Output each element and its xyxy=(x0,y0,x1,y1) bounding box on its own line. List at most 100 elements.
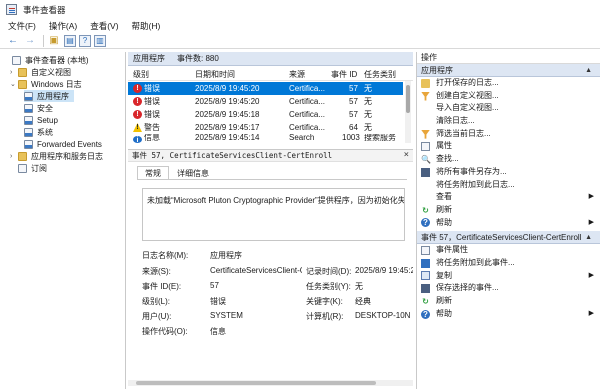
row-event-id: 57 xyxy=(349,84,358,93)
expand-arrow-icon[interactable]: › xyxy=(10,153,18,160)
collapse-arrow-icon[interactable]: ▲ xyxy=(585,64,592,77)
column-datetime[interactable]: 日期和时间 xyxy=(195,68,235,81)
properties-icon xyxy=(421,246,430,256)
action-attach-task-to-log[interactable]: 将任务附加到此日志... xyxy=(417,179,600,192)
folder-icon xyxy=(18,151,27,161)
grid-header: 级别 日期和时间 来源 事件 ID 任务类别 xyxy=(128,68,413,81)
row-level: 错误 xyxy=(144,110,160,119)
detail-scroll-thumb[interactable] xyxy=(136,381,376,385)
tree-node-system[interactable]: 系统 xyxy=(24,126,53,138)
menu-help[interactable]: 帮助(H) xyxy=(132,20,161,32)
action-save-selected-events[interactable]: 保存选择的事件... xyxy=(417,282,600,295)
action-help[interactable]: ? 帮助 ▶ xyxy=(417,217,600,230)
field-label-task-category: 任务类别(Y): xyxy=(306,282,351,291)
submenu-arrow-icon: ▶ xyxy=(588,271,594,279)
action-open-saved-log[interactable]: 打开保存的日志... xyxy=(417,77,600,90)
tree-node-subscriptions[interactable]: 订阅 xyxy=(10,162,47,174)
tree-node-security[interactable]: 安全 xyxy=(24,102,53,114)
tree-node-app-service-logs-label: 应用程序和服务日志 xyxy=(31,151,103,161)
forward-arrow-icon[interactable]: → xyxy=(23,34,37,48)
error-icon: ! xyxy=(133,110,142,119)
event-message: 未加载“Microsoft Pluton Cryptographic Provi… xyxy=(147,196,405,205)
tab-general[interactable]: 常规 xyxy=(137,166,169,180)
actions-header: 操作 xyxy=(417,52,600,64)
row-source: Search xyxy=(289,134,315,142)
action-event-properties[interactable]: 事件属性 xyxy=(417,244,600,257)
action-label: 帮助 xyxy=(436,308,452,318)
show-hide-tree-icon[interactable]: ▤ xyxy=(64,34,76,47)
error-icon: ! xyxy=(133,97,142,106)
actions-section-log-label: 应用程序 xyxy=(421,66,453,75)
table-row[interactable]: ! 错误 2025/8/9 19:45:20 Certifica... 57 无 xyxy=(128,82,403,95)
collapse-arrow-icon[interactable]: ⌄ xyxy=(10,80,18,88)
action-copy[interactable]: 复制 ▶ xyxy=(417,270,600,283)
action-create-custom-view[interactable]: 创建自定义视图... xyxy=(417,90,600,103)
action-help-event[interactable]: ? 帮助 ▶ xyxy=(417,308,600,321)
title-bar: 事件查看器 xyxy=(0,0,600,19)
grid-vertical-scrollbar[interactable] xyxy=(405,81,411,143)
column-event-id[interactable]: 事件 ID xyxy=(331,68,357,81)
action-label: 保存选择的事件... xyxy=(436,283,499,293)
tree-node-windows-logs[interactable]: ⌄ Windows 日志 xyxy=(10,78,82,90)
save-icon xyxy=(421,167,430,177)
menu-file[interactable]: 文件(F) xyxy=(8,20,36,32)
column-task-category[interactable]: 任务类别 xyxy=(364,68,396,81)
table-row[interactable]: ! 错误 2025/8/9 19:45:18 Certifica... 57 无 xyxy=(128,108,403,121)
up-folder-icon[interactable]: ▣ xyxy=(47,34,61,48)
refresh-icon: ↻ xyxy=(422,205,429,215)
table-row[interactable]: ! 警告 2025/8/9 19:45:17 Certifica... 64 无 xyxy=(128,121,403,134)
actions-section-log[interactable]: 应用程序 ▲ xyxy=(417,64,600,77)
action-properties[interactable]: 属性 xyxy=(417,140,600,153)
detail-horizontal-scrollbar[interactable] xyxy=(128,380,413,386)
row-datetime: 2025/8/9 19:45:14 xyxy=(195,134,260,142)
table-row[interactable]: i 信息 2025/8/9 19:45:14 Search 1003 搜索服务 xyxy=(128,134,403,143)
back-arrow-icon[interactable]: ← xyxy=(6,34,20,48)
field-label-computer: 计算机(R): xyxy=(306,312,344,321)
action-attach-task-to-event[interactable]: 将任务附加到此事件... xyxy=(417,257,600,270)
close-icon[interactable]: × xyxy=(404,150,409,160)
field-value-log-name: 应用程序 xyxy=(210,251,242,260)
submenu-arrow-icon: ▶ xyxy=(588,193,594,201)
event-message-box[interactable]: 未加载“Microsoft Pluton Cryptographic Provi… xyxy=(142,188,405,241)
table-row[interactable]: ! 错误 2025/8/9 19:45:20 Certifica... 57 无 xyxy=(128,95,403,108)
actions-section-event[interactable]: 事件 57，CertificateServicesClient-CertEnro… xyxy=(417,231,600,245)
collapse-arrow-icon[interactable]: ▲ xyxy=(585,231,592,244)
help-icon[interactable]: ? xyxy=(79,34,91,47)
grid-scroll-thumb[interactable] xyxy=(406,85,410,113)
field-value-computer: DESKTOP-10N xyxy=(355,311,411,320)
show-hide-actions-icon[interactable]: ▥ xyxy=(94,34,106,47)
field-label-opcode: 操作代码(O): xyxy=(142,327,188,336)
expand-arrow-icon[interactable]: › xyxy=(10,69,18,76)
action-label: 刷新 xyxy=(436,204,452,214)
column-level[interactable]: 级别 xyxy=(133,68,149,81)
field-label-source: 来源(S): xyxy=(142,267,171,276)
field-value-user: SYSTEM xyxy=(210,311,243,320)
tab-divider xyxy=(137,179,407,180)
field-value-task-category: 无 xyxy=(355,282,363,291)
menu-view[interactable]: 查看(V) xyxy=(90,20,118,32)
error-icon: ! xyxy=(133,84,142,93)
tree-node-forwarded-events[interactable]: Forwarded Events xyxy=(24,138,102,150)
tree-node-root[interactable]: 事件查看器 (本地) xyxy=(4,54,89,66)
tree-node-custom-views[interactable]: › 自定义视图 xyxy=(10,66,71,78)
action-refresh-event[interactable]: ↻ 刷新 xyxy=(417,295,600,308)
action-clear-log[interactable]: 清除日志... xyxy=(417,115,600,128)
log-name: 应用程序 xyxy=(133,54,165,63)
field-value-event-id: 57 xyxy=(210,281,219,290)
action-find[interactable]: 🔍 查找... xyxy=(417,153,600,166)
column-source[interactable]: 来源 xyxy=(289,68,305,81)
action-label: 导入自定义视图... xyxy=(436,103,499,113)
tab-details[interactable]: 详细信息 xyxy=(169,166,217,180)
tree-node-application[interactable]: 应用程序 xyxy=(24,90,74,102)
action-refresh[interactable]: ↻ 刷新 xyxy=(417,204,600,217)
menu-action[interactable]: 操作(A) xyxy=(49,20,77,32)
row-event-id: 64 xyxy=(349,123,358,132)
tree-node-app-service-logs[interactable]: › 应用程序和服务日志 xyxy=(10,150,103,162)
action-import-custom-view[interactable]: 导入自定义视图... xyxy=(417,102,600,115)
action-save-all-events[interactable]: 将所有事件另存为... xyxy=(417,166,600,179)
action-view[interactable]: 查看 ▶ xyxy=(417,191,600,204)
tree-node-setup[interactable]: Setup xyxy=(24,114,58,126)
action-filter-current-log[interactable]: 筛选当前日志... xyxy=(417,128,600,141)
window-title: 事件查看器 xyxy=(23,4,66,15)
action-label: 打开保存的日志... xyxy=(436,78,499,87)
